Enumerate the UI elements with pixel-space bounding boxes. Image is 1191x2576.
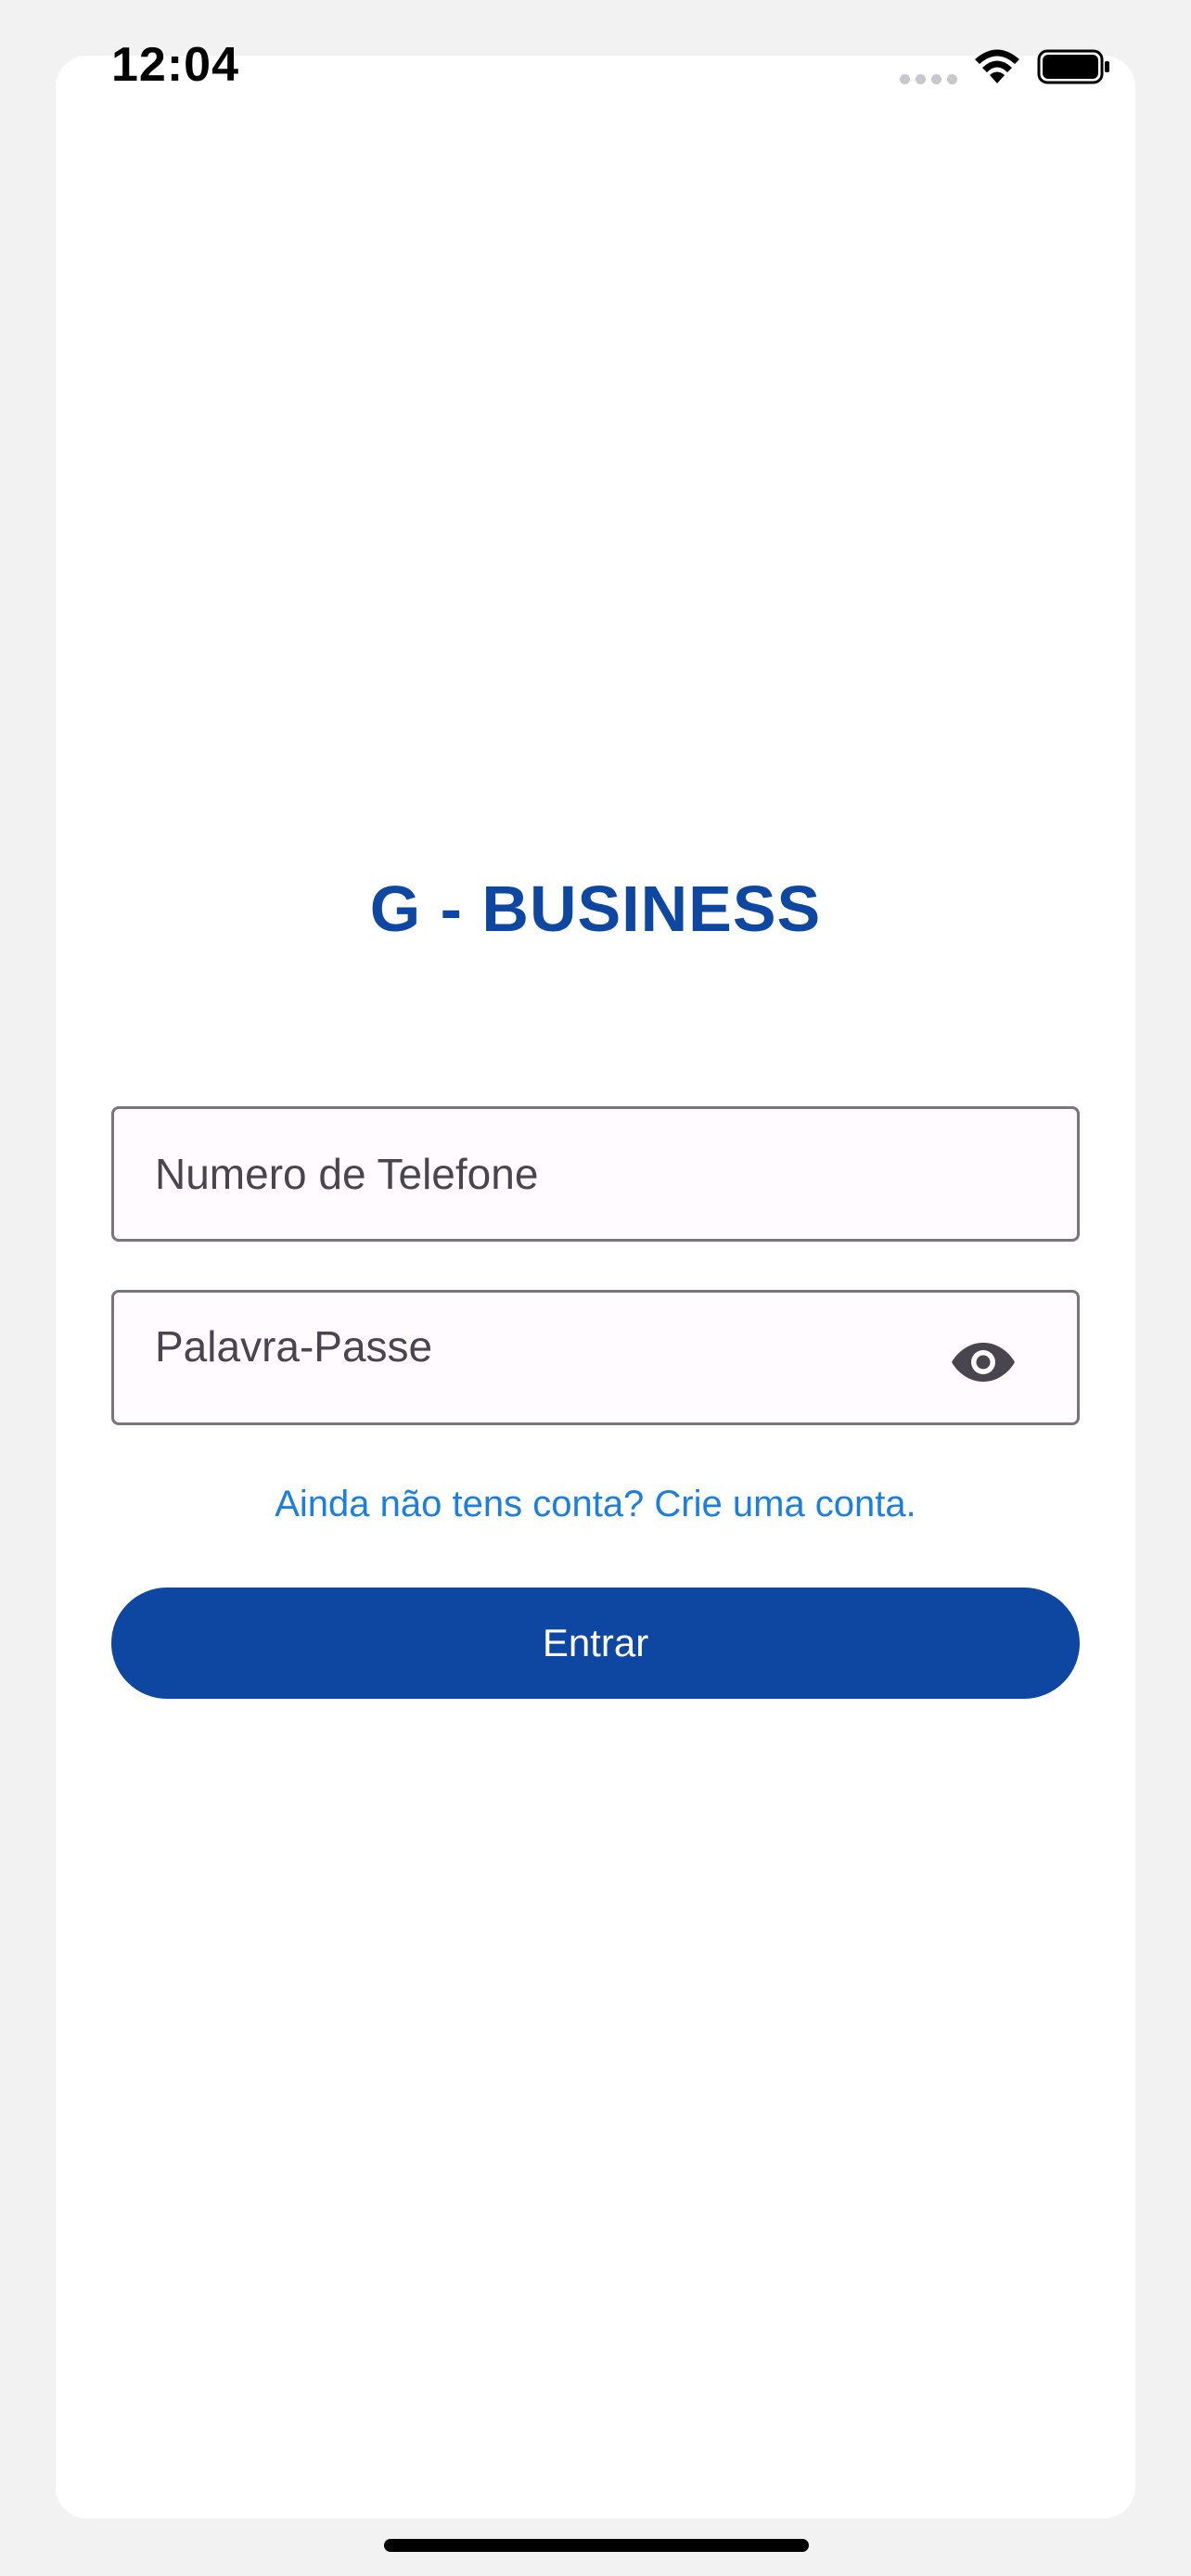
status-bar: 12:04 — [0, 0, 1191, 139]
app-title: G - BUSINESS — [369, 873, 822, 945]
screen: 12:04 G - BUSINESS Ainda não tens conta?… — [0, 0, 1191, 2576]
password-field[interactable] — [111, 1282, 1080, 1425]
login-button[interactable]: Entrar — [111, 1588, 1080, 1699]
eye-icon[interactable] — [951, 1339, 1016, 1385]
home-indicator[interactable] — [384, 2539, 809, 2552]
status-time: 12:04 — [111, 38, 239, 92]
phone-input[interactable] — [155, 1109, 971, 1239]
wifi-icon — [975, 49, 1019, 83]
signup-link[interactable]: Ainda não tens conta? Crie uma conta. — [0, 1484, 1191, 1525]
battery-icon — [1037, 49, 1109, 84]
phone-field[interactable] — [111, 1106, 1080, 1242]
password-input[interactable] — [155, 1282, 971, 1411]
signal-dots-icon — [900, 74, 957, 84]
